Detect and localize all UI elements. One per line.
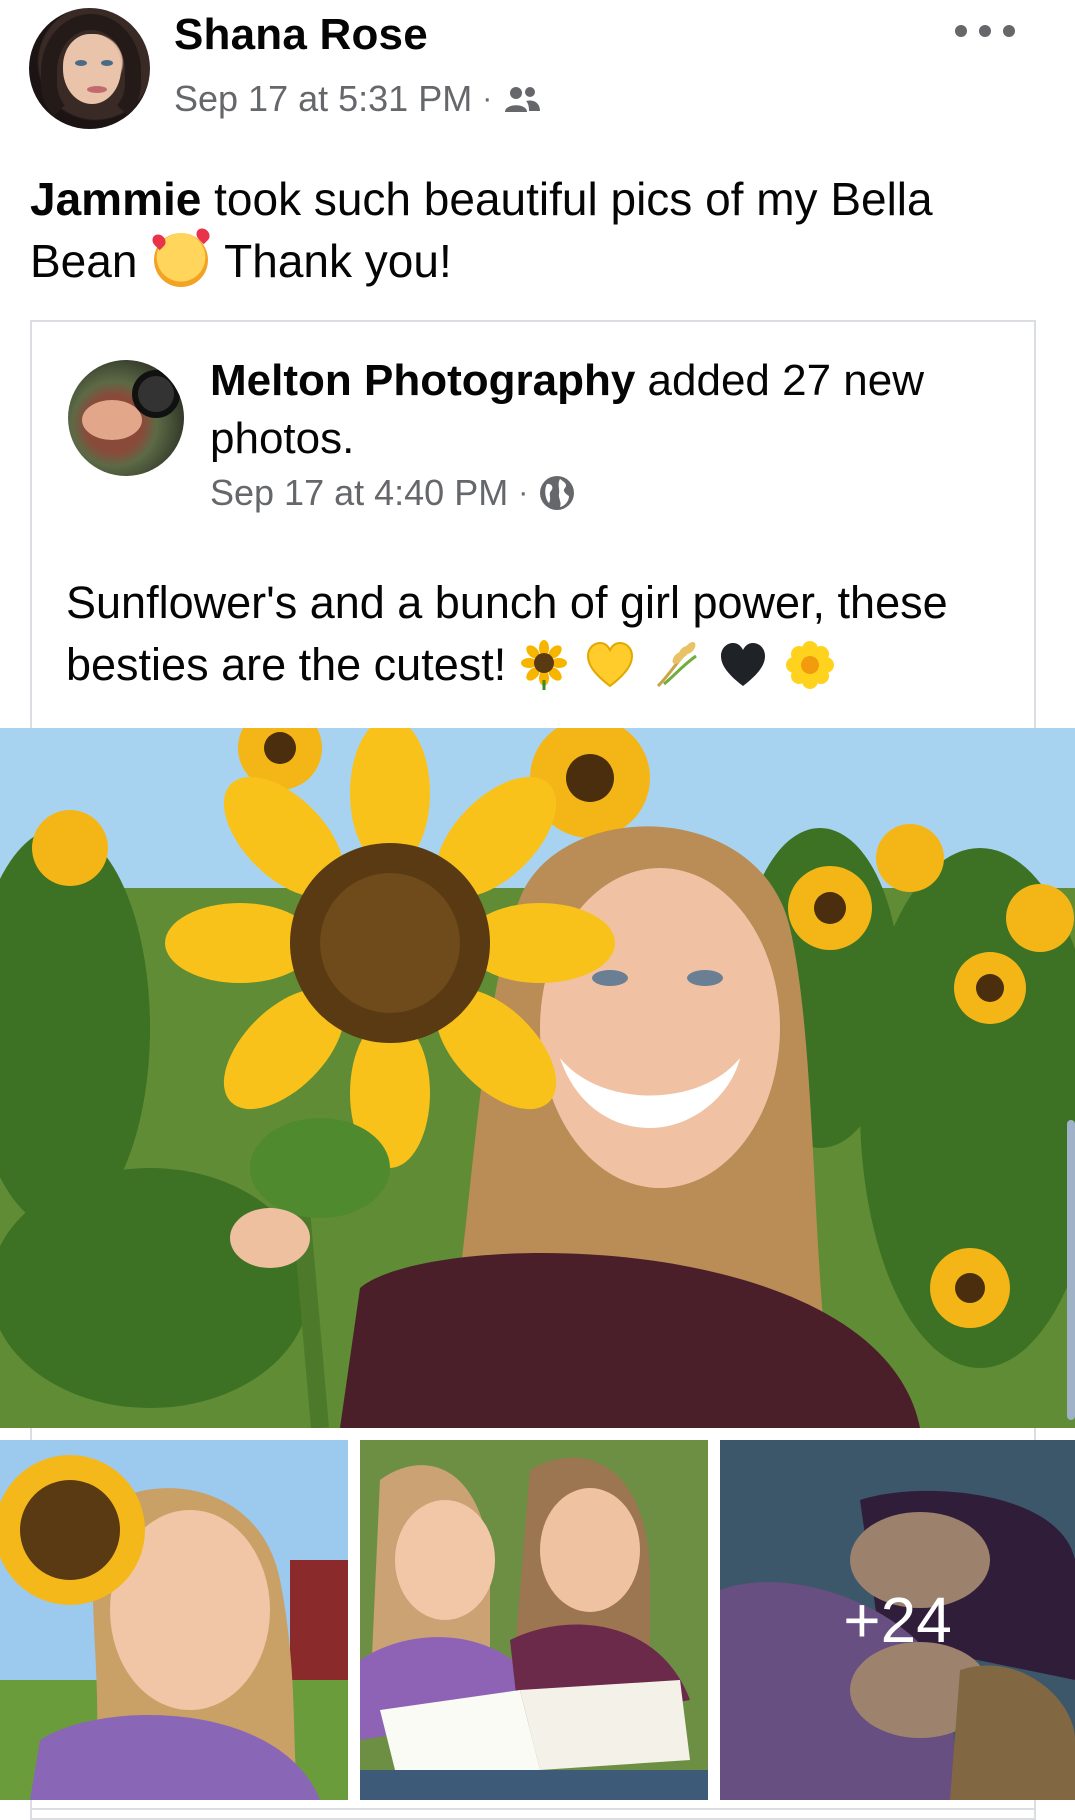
avatar-lips <box>87 86 107 93</box>
author-avatar[interactable] <box>29 8 150 129</box>
avatar-face <box>63 34 121 104</box>
avatar-baby <box>82 400 142 440</box>
more-photos-count: +24 <box>843 1584 952 1656</box>
post-timestamp[interactable]: Sep 17 at 5:31 PM <box>174 78 472 120</box>
shared-post-meta: Sep 17 at 4:40 PM · <box>210 472 576 514</box>
blossom-icon <box>785 641 834 689</box>
more-dot <box>955 25 967 37</box>
smiling-face-with-hearts-icon <box>154 233 209 287</box>
more-options-button[interactable] <box>955 16 1015 46</box>
page-avatar[interactable] <box>68 360 184 476</box>
globe-icon <box>540 476 575 510</box>
photo-thumbnail-2[interactable] <box>360 1440 708 1800</box>
thumb-1-image <box>0 1440 348 1800</box>
yellow-heart-icon <box>587 641 634 688</box>
meta-separator: · <box>518 476 529 509</box>
friends-icon <box>505 87 541 112</box>
shared-post-timestamp[interactable]: Sep 17 at 4:40 PM <box>210 472 508 514</box>
main-photo-image <box>0 728 1075 1428</box>
more-dot <box>1003 25 1015 37</box>
shared-post-text: Sunflower's and a bunch of girl power, t… <box>66 572 1016 696</box>
photo-thumbnail-1[interactable] <box>0 1440 348 1800</box>
post-text: Jammie took such beautiful pics of my Be… <box>30 168 1030 292</box>
sunflower-icon <box>520 640 567 690</box>
card-bottom-border <box>30 1808 1036 1810</box>
thumb-2-image <box>360 1440 708 1800</box>
avatar-eye-left <box>75 60 87 66</box>
camera-aperture-icon <box>132 370 180 418</box>
main-photo[interactable] <box>0 728 1075 1428</box>
more-photos-overlay[interactable]: +24 <box>720 1440 1075 1800</box>
black-heart-icon <box>721 643 766 686</box>
photo-thumbnail-3[interactable]: +24 <box>720 1440 1075 1800</box>
author-name[interactable]: Shana Rose <box>174 10 428 60</box>
post-text-part-2: Thank you! <box>212 235 452 287</box>
sheaf-of-rice-icon <box>656 642 697 688</box>
avatar-eye-right <box>101 60 113 66</box>
meta-separator: · <box>482 82 493 115</box>
page-name-link[interactable]: Melton Photography <box>210 356 635 405</box>
mention-link[interactable]: Jammie <box>30 173 201 225</box>
post-meta: Sep 17 at 5:31 PM · <box>174 78 542 120</box>
feed-post: Shana Rose Sep 17 at 5:31 PM · Jammie to… <box>0 0 1075 1820</box>
shared-post-title: Melton Photography added 27 new photos. <box>210 352 1010 468</box>
more-dot <box>979 25 991 37</box>
scrollbar[interactable] <box>1067 1120 1075 1420</box>
